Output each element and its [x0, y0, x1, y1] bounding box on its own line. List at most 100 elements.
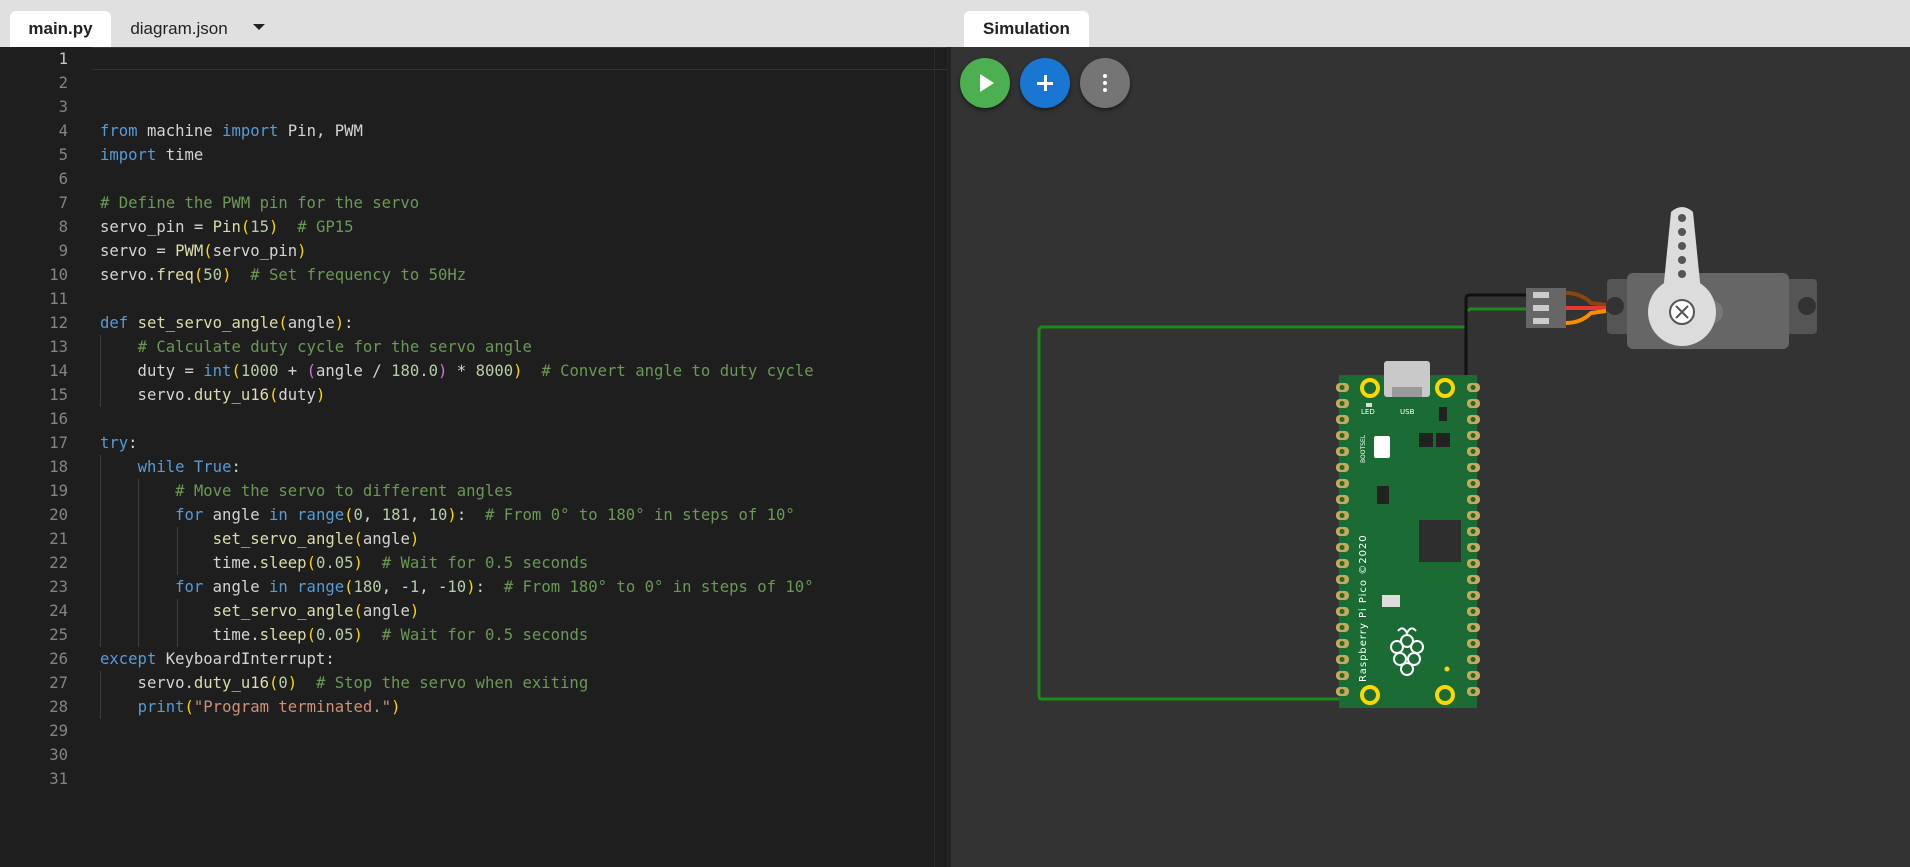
tab-simulation[interactable]: Simulation — [964, 11, 1089, 47]
indent-guide — [100, 383, 101, 407]
code-editor[interactable]: 1 2 3 4 from machine import Pin, PWM 5 import … — [0, 47, 951, 867]
code-line[interactable]: 3 — [0, 95, 940, 119]
indent-guide — [176, 551, 178, 575]
line-number: 25 — [49, 626, 68, 644]
line-number: 23 — [49, 578, 68, 596]
pin-hole — [1470, 401, 1476, 406]
indent-guide — [100, 335, 101, 359]
code-line[interactable]: 25 time.sleep(0.05) # Wait for 0.5 secon… — [0, 623, 940, 647]
pin-hole — [1339, 449, 1345, 454]
servo-motor[interactable] — [1526, 207, 1817, 349]
code-line[interactable]: 2 — [0, 71, 940, 95]
circuit-canvas[interactable]: LED USB BOOTSEL Raspberry Pi Pico ©2020 — [951, 47, 1910, 867]
code-line[interactable]: 6 — [0, 167, 940, 191]
code-line[interactable]: 23 for angle in range(180, -1, -10): # F… — [0, 575, 940, 599]
code-line[interactable]: 7 # Define the PWM pin for the servo — [0, 191, 940, 215]
code-line[interactable]: 26 except KeyboardInterrupt: — [0, 647, 940, 671]
code-line[interactable]: 13 # Calculate duty cycle for the servo … — [0, 335, 940, 359]
indent-guide — [100, 527, 101, 551]
line-number: 13 — [49, 338, 68, 356]
line-number: 11 — [49, 290, 68, 308]
code-text: for angle in range(180, -1, -10): # From… — [175, 578, 814, 596]
pin-hole — [1470, 577, 1476, 582]
indent-guide — [138, 551, 140, 575]
line-number: 8 — [58, 218, 68, 236]
code-line[interactable]: 1 — [0, 47, 940, 71]
line-number: 20 — [49, 506, 68, 524]
servo-orange-wire — [1565, 309, 1607, 325]
code-line[interactable]: 12 def set_servo_angle(angle): — [0, 311, 940, 335]
chip — [1419, 433, 1433, 447]
indent-guide — [100, 599, 101, 623]
code-line[interactable]: 22 time.sleep(0.05) # Wait for 0.5 secon… — [0, 551, 940, 575]
code-line[interactable]: 4 from machine import Pin, PWM — [0, 119, 940, 143]
code-line[interactable]: 27 servo.duty_u16(0) # Stop the servo wh… — [0, 671, 940, 695]
code-text: except KeyboardInterrupt: — [100, 650, 335, 668]
code-text: # Calculate duty cycle for the servo ang… — [137, 338, 532, 356]
code-line[interactable]: 11 — [0, 287, 940, 311]
code-text: # Move the servo to different angles — [175, 482, 514, 500]
line-number: 10 — [49, 266, 68, 284]
code-text: set_servo_angle(angle) — [212, 602, 420, 620]
code-line[interactable]: 31 — [0, 767, 940, 791]
code-text: import time — [100, 146, 204, 164]
code-line[interactable]: 21 set_servo_angle(angle) — [0, 527, 940, 551]
line-number: 29 — [49, 722, 68, 740]
line-number: 15 — [49, 386, 68, 404]
code-line[interactable]: 9 servo = PWM(servo_pin) — [0, 239, 940, 263]
code-line[interactable]: 19 # Move the servo to different angles — [0, 479, 940, 503]
line-number: 5 — [58, 146, 68, 164]
mount-hole — [1606, 297, 1624, 315]
code-line[interactable]: 14 duty = int(1000 + (angle / 180.0) * 8… — [0, 359, 940, 383]
line-number: 28 — [49, 698, 68, 716]
pin-hole — [1339, 593, 1345, 598]
code-text: servo_pin = Pin(15) # GP15 — [100, 218, 354, 236]
editor-tab-bar: main.py diagram.json — [0, 0, 951, 47]
code-line[interactable]: 8 servo_pin = Pin(15) # GP15 — [0, 215, 940, 239]
mount-hole — [1798, 297, 1816, 315]
pin-hole — [1470, 513, 1476, 518]
pin-hole — [1470, 497, 1476, 502]
code-line[interactable]: 20 for angle in range(0, 181, 10): # Fro… — [0, 503, 940, 527]
pin-hole — [1470, 481, 1476, 486]
pin-hole — [1339, 561, 1345, 566]
code-line[interactable]: 17 try: — [0, 431, 940, 455]
code-line[interactable]: 24 set_servo_angle(angle) — [0, 599, 940, 623]
pin-hole — [1339, 401, 1345, 406]
code-line[interactable]: 10 servo.freq(50) # Set frequency to 50Hz — [0, 263, 940, 287]
code-line[interactable]: 18 while True: — [0, 455, 940, 479]
horn-hole — [1678, 214, 1686, 222]
code-line[interactable]: 15 servo.duty_u16(duty) — [0, 383, 940, 407]
pin-hole — [1470, 561, 1476, 566]
code-line[interactable]: 16 — [0, 407, 940, 431]
indent-guide — [138, 599, 140, 623]
indent-guide — [100, 503, 101, 527]
code-line[interactable]: 30 — [0, 743, 940, 767]
tab-diagram-json[interactable]: diagram.json — [120, 11, 238, 47]
line-number: 27 — [49, 674, 68, 692]
raspberry-pi-pico-board[interactable]: LED USB BOOTSEL Raspberry Pi Pico ©2020 — [1336, 361, 1480, 708]
pin-hole — [1470, 593, 1476, 598]
code-line[interactable]: 28 print("Program terminated.") — [0, 695, 940, 719]
indent-guide — [138, 527, 140, 551]
indent-guide — [100, 359, 101, 383]
pin-hole — [1470, 625, 1476, 630]
horn-hole — [1678, 256, 1686, 264]
pin-hole — [1470, 689, 1476, 694]
led-label: LED — [1361, 408, 1375, 416]
pin-hole — [1339, 417, 1345, 422]
horn-hole — [1678, 270, 1686, 278]
tab-main-py[interactable]: main.py — [10, 11, 111, 47]
power-wire[interactable] — [1466, 307, 1528, 313]
servo-brown-wire — [1565, 291, 1607, 307]
code-line[interactable]: 5 import time — [0, 143, 940, 167]
indent-guide — [100, 623, 101, 647]
bootsel-button[interactable] — [1374, 436, 1390, 458]
chip — [1439, 407, 1447, 421]
led-indicator — [1366, 403, 1372, 407]
code-text: time.sleep(0.05) # Wait for 0.5 seconds — [100, 626, 589, 644]
indent-guide — [100, 695, 101, 719]
code-line[interactable]: 29 — [0, 719, 940, 743]
chevron-down-icon[interactable] — [250, 18, 268, 36]
code-text: try: — [100, 434, 138, 452]
